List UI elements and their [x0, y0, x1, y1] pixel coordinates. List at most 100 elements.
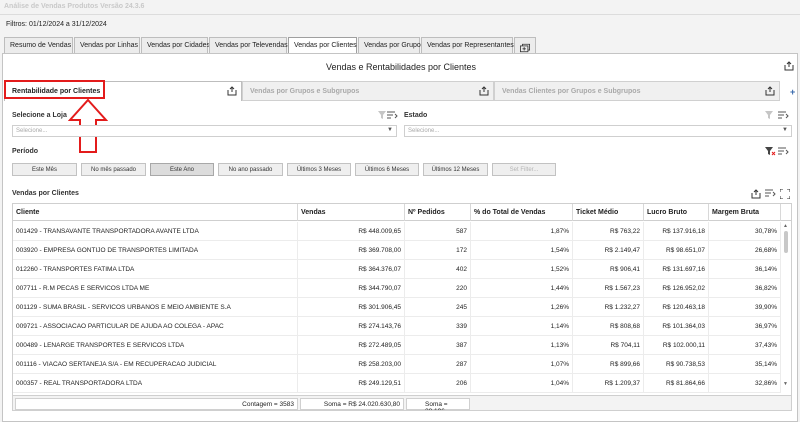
- tab-vendas-por-representantes[interactable]: Vendas por Representantes: [421, 37, 514, 53]
- tab-resumo-de-vendas[interactable]: Resumo de Vendas: [4, 37, 73, 53]
- window-title: Análise de Vendas Produtos Versão 24.3.6: [0, 0, 800, 14]
- cell-lucro-bruto: R$ 81.864,66: [644, 374, 709, 393]
- cell-vendas: R$ 301.906,45: [298, 298, 405, 317]
- chevron-down-icon: ▼: [782, 127, 788, 133]
- share-icon[interactable]: [479, 86, 489, 98]
- column-header-margem-bruta[interactable]: Margem Bruta: [709, 204, 781, 221]
- column-header-lucro-bruto[interactable]: Lucro Bruto: [644, 204, 709, 221]
- cell-ticket-medio: R$ 808,68: [573, 317, 644, 336]
- cell-pedidos: 402: [405, 260, 471, 279]
- period-filter-list-button[interactable]: [778, 147, 789, 156]
- cell-margem-bruta: 37,43%: [709, 336, 781, 355]
- column-header-percent-total[interactable]: % do Total de Vendas: [471, 204, 573, 221]
- column-header-ticket-medio[interactable]: Ticket Médio: [573, 204, 644, 221]
- state-filter-clear-button[interactable]: [765, 111, 775, 120]
- add-tab-button[interactable]: [514, 37, 536, 53]
- cell-pedidos: 172: [405, 241, 471, 260]
- panel-title: Vendas e Rentabilidades por Clientes: [325, 62, 477, 72]
- period-este-ano-button[interactable]: Este Ano: [150, 163, 214, 176]
- main-tabs: Resumo de Vendas Vendas por Linhas Venda…: [4, 37, 537, 54]
- table-row[interactable]: 001116 - VIACAO SERTANEJA S/A - EM RECUP…: [13, 355, 781, 374]
- cell-margem-bruta: 32,86%: [709, 374, 781, 393]
- tab-vendas-por-televendas[interactable]: Vendas por Televendas: [209, 37, 288, 53]
- period-filter-clear-button[interactable]: [765, 147, 776, 156]
- state-select[interactable]: Selecione... ▼: [404, 125, 792, 137]
- period-ano-passado-button[interactable]: No ano passado: [218, 163, 283, 176]
- grid-share-button[interactable]: [751, 189, 761, 199]
- cell-lucro-bruto: R$ 101.364,03: [644, 317, 709, 336]
- column-header-cliente[interactable]: Cliente: [13, 204, 298, 221]
- tab-vendas-por-cidades[interactable]: Vendas por Cidades: [141, 37, 210, 53]
- scroll-up-icon[interactable]: ▲: [783, 223, 788, 229]
- grid-expand-button[interactable]: [780, 189, 790, 199]
- cell-lucro-bruto: R$ 102.000,11: [644, 336, 709, 355]
- table-row[interactable]: 000357 - REAL TRANSPORTADORA LTDA R$ 249…: [13, 374, 781, 393]
- cell-lucro-bruto: R$ 126.952,02: [644, 279, 709, 298]
- cell-percent-total: 1,07%: [471, 355, 573, 374]
- period-ultimos-3-meses-button[interactable]: Últimos 3 Meses: [287, 163, 351, 176]
- share-icon[interactable]: [227, 86, 237, 98]
- cell-vendas: R$ 274.143,76: [298, 317, 405, 336]
- scrollbar-thumb[interactable]: [784, 231, 788, 253]
- cell-percent-total: 1,13%: [471, 336, 573, 355]
- grid-scrollbar[interactable]: ▲ ▼: [783, 223, 789, 388]
- period-ultimos-6-meses-button[interactable]: Últimos 6 Meses: [355, 163, 419, 176]
- table-row[interactable]: 001129 - SUMA BRASIL - SERVICOS URBANOS …: [13, 298, 781, 317]
- panel-share-button[interactable]: [784, 61, 794, 73]
- cell-percent-total: 1,52%: [471, 260, 573, 279]
- store-filter-list-button[interactable]: [387, 111, 398, 120]
- tab-vendas-por-linhas[interactable]: Vendas por Linhas: [74, 37, 140, 53]
- cell-cliente: 007711 - R.M PECAS E SERVICOS LTDA ME: [13, 279, 298, 298]
- period-mes-passado-button[interactable]: No mês passado: [81, 163, 146, 176]
- grid-filter-list-button[interactable]: [765, 189, 776, 198]
- cell-margem-bruta: 26,68%: [709, 241, 781, 260]
- cell-pedidos: 339: [405, 317, 471, 336]
- filter-list-icon: [387, 111, 398, 119]
- share-icon[interactable]: [765, 86, 775, 98]
- set-filter-button[interactable]: Set Filter...: [492, 163, 556, 176]
- cell-pedidos: 220: [405, 279, 471, 298]
- cell-pedidos: 387: [405, 336, 471, 355]
- tab-vendas-por-grupo[interactable]: Vendas por Grupo: [358, 37, 421, 53]
- expand-icon: [780, 189, 790, 199]
- cell-cliente: 003920 - EMPRESA GONTIJO DE TRANSPORTES …: [13, 241, 298, 260]
- footer-sum-sales: Soma = R$ 24.020.630,80: [300, 398, 404, 410]
- subtab-label: Vendas por Grupos e Subgrupos: [250, 88, 360, 95]
- table-row[interactable]: 009721 - ASSOCIACAO PARTICULAR DE AJUDA …: [13, 317, 781, 336]
- period-este-mes-button[interactable]: Este Mês: [12, 163, 77, 176]
- cell-pedidos: 587: [405, 222, 471, 241]
- cell-percent-total: 1,54%: [471, 241, 573, 260]
- store-select[interactable]: Selecione... ▼: [12, 125, 397, 137]
- cell-ticket-medio: R$ 906,41: [573, 260, 644, 279]
- cell-pedidos: 245: [405, 298, 471, 317]
- cell-percent-total: 1,04%: [471, 374, 573, 393]
- cell-margem-bruta: 30,78%: [709, 222, 781, 241]
- cell-cliente: 001429 - TRANSAVANTE TRANSPORTADORA AVAN…: [13, 222, 298, 241]
- scroll-down-icon[interactable]: ▼: [783, 381, 788, 387]
- state-filter-list-button[interactable]: [778, 111, 789, 120]
- column-header-pedidos[interactable]: Nº Pedidos: [405, 204, 471, 221]
- table-row[interactable]: 003920 - EMPRESA GONTIJO DE TRANSPORTES …: [13, 241, 781, 260]
- table-row[interactable]: 007711 - R.M PECAS E SERVICOS LTDA ME R$…: [13, 279, 781, 298]
- annotation-highlight-box: [4, 80, 105, 99]
- period-ultimos-12-meses-button[interactable]: Últimos 12 Meses: [423, 163, 488, 176]
- subtab-vendas-clientes-por-grupos-e-subgrupos[interactable]: Vendas Clientes por Grupos e Subgrupos: [494, 81, 780, 101]
- cell-ticket-medio: R$ 763,22: [573, 222, 644, 241]
- cell-percent-total: 1,14%: [471, 317, 573, 336]
- filter-clear-icon: [765, 147, 776, 156]
- table-row[interactable]: 000489 - LENARGE TRANSPORTES E SERVICOS …: [13, 336, 781, 355]
- footer-sum-orders: Soma = 28.196: [406, 398, 470, 410]
- table-row[interactable]: 012260 - TRANSPORTES FATIMA LTDA R$ 364.…: [13, 260, 781, 279]
- add-subtab-button[interactable]: +: [790, 87, 795, 97]
- state-label: Estado: [404, 112, 428, 119]
- cell-margem-bruta: 39,90%: [709, 298, 781, 317]
- cell-margem-bruta: 36,97%: [709, 317, 781, 336]
- subtab-vendas-por-grupos-e-subgrupos[interactable]: Vendas por Grupos e Subgrupos: [242, 81, 494, 101]
- tab-vendas-por-clientes[interactable]: Vendas por Clientes: [288, 37, 357, 54]
- cell-vendas: R$ 448.009,65: [298, 222, 405, 241]
- footer-count: Contagem = 3583: [15, 398, 298, 410]
- column-header-vendas[interactable]: Vendas: [298, 204, 405, 221]
- cell-margem-bruta: 35,14%: [709, 355, 781, 374]
- cell-pedidos: 206: [405, 374, 471, 393]
- table-row[interactable]: 001429 - TRANSAVANTE TRANSPORTADORA AVAN…: [13, 222, 781, 241]
